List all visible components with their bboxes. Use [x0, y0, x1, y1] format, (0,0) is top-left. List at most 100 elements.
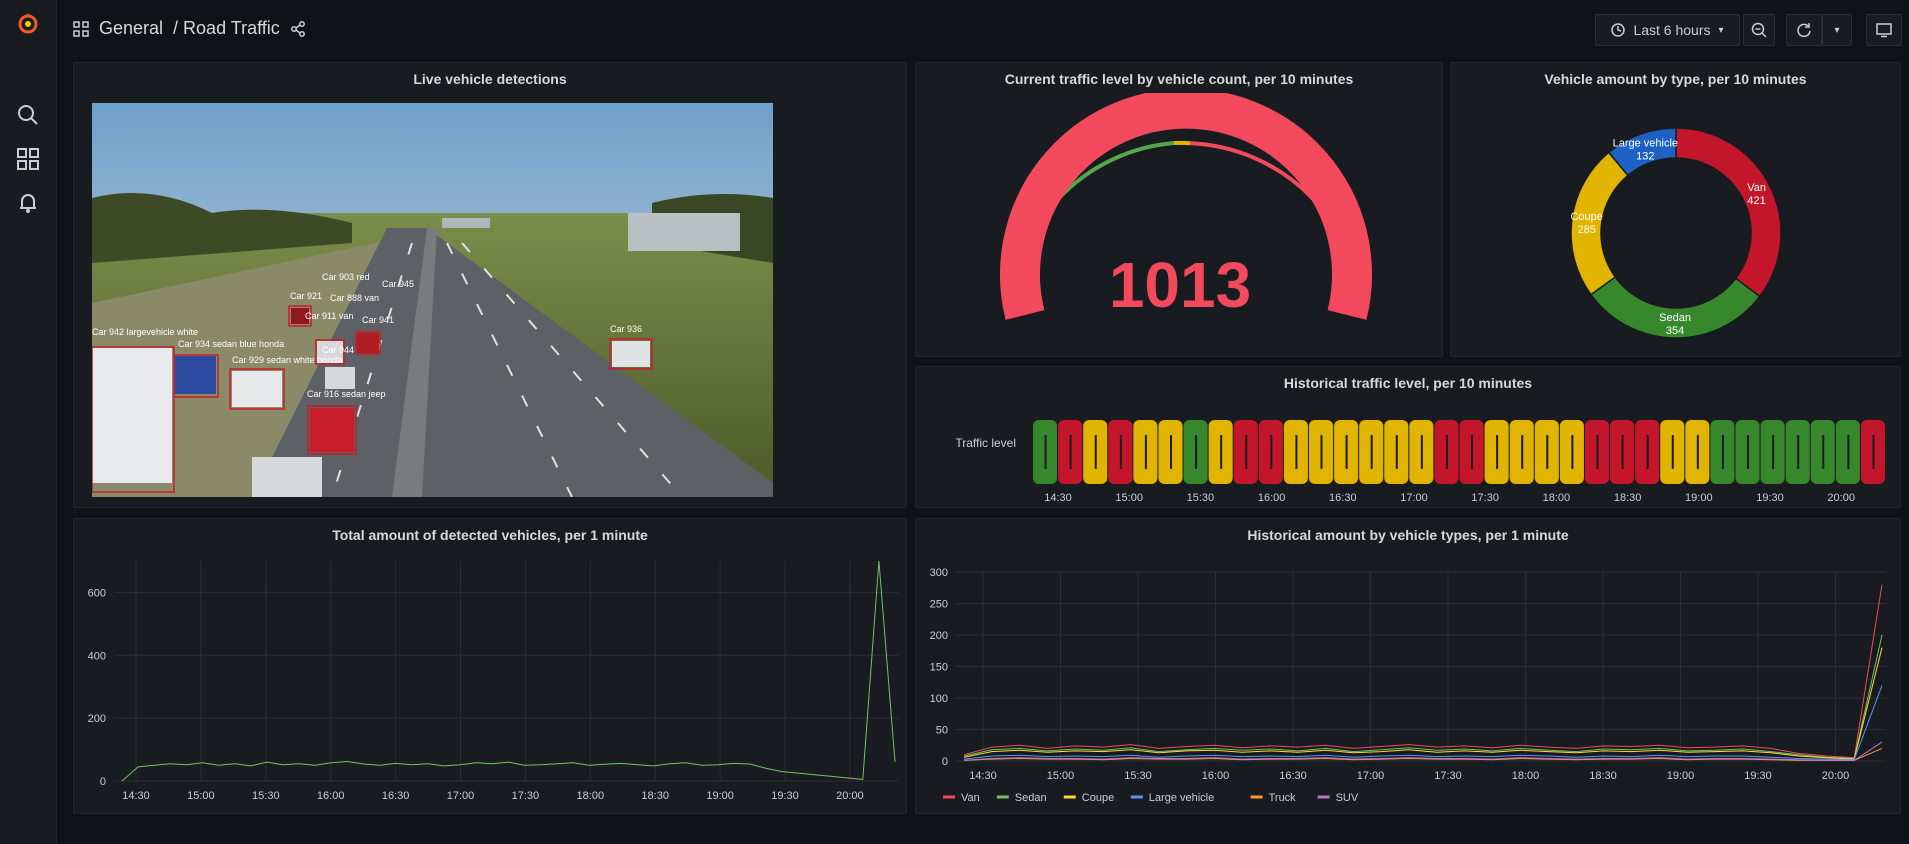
pie-slice-label: Sedan — [1659, 312, 1691, 324]
detection-label: Car 945 — [382, 279, 414, 289]
x-tick-label: 19:00 — [1667, 770, 1695, 782]
top-navbar: General / Road Traffic Last 6 hours ▾ ▾ — [57, 0, 1909, 60]
x-tick-label: 19:00 — [706, 790, 734, 802]
x-tick-label: 19:30 — [1744, 770, 1772, 782]
grafana-logo-icon[interactable] — [14, 10, 42, 38]
series-line — [121, 560, 896, 782]
x-tick-label: 18:00 — [1543, 492, 1571, 504]
series-line-coupe — [963, 647, 1883, 760]
pie-slice-value: 132 — [1636, 150, 1654, 162]
x-tick-label: 18:30 — [641, 790, 669, 802]
gauge-value: 1013 — [1109, 249, 1251, 321]
legend-item: Coupe — [1082, 792, 1114, 804]
pie-slice-value: 421 — [1747, 195, 1765, 207]
x-tick-label: 18:00 — [577, 790, 605, 802]
x-tick-label: 14:30 — [969, 770, 997, 782]
panel-historical-by-type[interactable]: Historical amount by vehicle types, per … — [915, 518, 1901, 814]
x-tick-label: 17:00 — [1400, 492, 1428, 504]
zoom-out-icon — [1751, 22, 1767, 38]
x-tick-label: 14:30 — [1044, 492, 1072, 504]
time-range-label: Last 6 hours — [1633, 22, 1711, 38]
x-tick-label: 15:30 — [252, 790, 280, 802]
x-tick-label: 18:30 — [1614, 492, 1642, 504]
time-range-picker[interactable]: Last 6 hours ▾ — [1595, 14, 1740, 46]
panel-vehicle-type-pie[interactable]: Vehicle amount by type, per 10 minutes V… — [1450, 62, 1901, 357]
live-camera-image: Car 942 largevehicle white Car 934 sedan… — [92, 103, 773, 497]
breadcrumb-folder[interactable]: General — [99, 18, 163, 39]
pie-slice-value: 285 — [1578, 224, 1596, 236]
legend-item: SUV — [1336, 792, 1359, 804]
panel-title: Total amount of detected vehicles, per 1… — [332, 527, 648, 543]
refresh-icon — [1797, 23, 1811, 38]
x-tick-label: 17:00 — [447, 790, 475, 802]
panel-traffic-gauge[interactable]: Current traffic level by vehicle count, … — [915, 62, 1443, 357]
panel-live-detections[interactable]: Live vehicle detections Car 942 largeveh… — [73, 62, 907, 508]
clock-icon — [1611, 23, 1626, 37]
refresh-interval-dropdown[interactable]: ▾ — [1822, 14, 1852, 46]
y-tick-label: 50 — [936, 725, 948, 737]
pie-slice-van — [1675, 127, 1782, 298]
panel-historical-traffic-level[interactable]: Historical traffic level, per 10 minutes… — [915, 366, 1901, 508]
y-tick-label: 200 — [88, 713, 106, 725]
detection-label: Car 916 sedan jeep — [307, 389, 386, 399]
y-tick-label: 400 — [88, 650, 106, 662]
pie-slice-label: Coupe — [1570, 211, 1602, 223]
gauge-chart: 1013 — [1000, 93, 1372, 321]
y-tick-label: 0 — [942, 756, 948, 768]
series-line-van — [963, 584, 1883, 759]
x-tick-label: 17:30 — [1434, 770, 1462, 782]
detection-label: Car 921 — [290, 291, 322, 301]
bell-icon[interactable] — [14, 189, 42, 217]
panel-title: Vehicle amount by type, per 10 minutes — [1544, 71, 1807, 87]
dashboard-grid-icon — [73, 20, 89, 37]
donut-chart: Van421 Sedan354 Coupe285 Large vehicle132 — [1570, 127, 1782, 339]
panel-title: Live vehicle detections — [413, 71, 567, 87]
refresh-button[interactable] — [1786, 14, 1822, 46]
x-tick-label: 16:00 — [1202, 770, 1230, 782]
zoom-out-button[interactable] — [1743, 14, 1775, 46]
y-tick-label: 200 — [930, 630, 948, 642]
x-tick-label: 19:30 — [771, 790, 799, 802]
share-icon[interactable] — [290, 20, 306, 37]
detection-label: Car 941 — [362, 315, 394, 325]
pie-slice-label: Large vehicle — [1613, 137, 1678, 149]
detection-label: Car 929 sedan white honda — [232, 355, 342, 365]
panel-title: Historical amount by vehicle types, per … — [1247, 527, 1569, 543]
legend-item: Sedan — [1015, 792, 1047, 804]
x-tick-label: 17:30 — [512, 790, 540, 802]
detection-label: Car 911 van — [305, 311, 353, 321]
detection-label: Car 944 — [322, 345, 354, 355]
x-tick-label: 15:00 — [1115, 492, 1143, 504]
legend-item: Large vehicle — [1149, 792, 1214, 804]
detection-label: Car 888 van — [330, 293, 379, 303]
tv-mode-button[interactable] — [1866, 14, 1902, 46]
panel-title: Current traffic level by vehicle count, … — [1004, 71, 1354, 87]
legend-item: Truck — [1269, 792, 1297, 804]
x-tick-label: 17:00 — [1357, 770, 1385, 782]
y-tick-label: 600 — [88, 587, 106, 599]
panel-title: Historical traffic level, per 10 minutes — [1283, 375, 1533, 391]
panel-total-detected[interactable]: Total amount of detected vehicles, per 1… — [73, 518, 907, 814]
search-icon[interactable] — [14, 101, 42, 129]
y-tick-label: 150 — [930, 662, 948, 674]
dashboards-icon[interactable] — [14, 145, 42, 173]
y-tick-label: 0 — [100, 776, 106, 788]
series-line-sedan — [963, 634, 1883, 760]
x-tick-label: 15:00 — [1047, 770, 1075, 782]
x-tick-label: 19:00 — [1685, 492, 1713, 504]
y-tick-label: 300 — [930, 567, 948, 579]
y-tick-label: 250 — [930, 599, 948, 611]
time-series-chart: 0 200 400 600 14:30 15:00 15:30 16:00 16:30 17:00… — [88, 560, 899, 802]
x-tick-label: 15:30 — [1187, 492, 1215, 504]
chevron-down-icon: ▾ — [1718, 24, 1724, 36]
y-tick-label: 100 — [930, 693, 948, 705]
page-title[interactable]: / Road Traffic — [173, 18, 280, 39]
x-tick-label: 20:00 — [1827, 492, 1855, 504]
x-tick-label: 18:00 — [1512, 770, 1540, 782]
sidebar — [0, 0, 57, 844]
x-tick-label: 16:00 — [1258, 492, 1286, 504]
detection-label: Car 934 sedan blue honda — [178, 339, 284, 349]
monitor-icon — [1876, 23, 1892, 38]
x-tick-label: 18:30 — [1589, 770, 1617, 782]
pie-slice-value: 354 — [1666, 325, 1684, 337]
